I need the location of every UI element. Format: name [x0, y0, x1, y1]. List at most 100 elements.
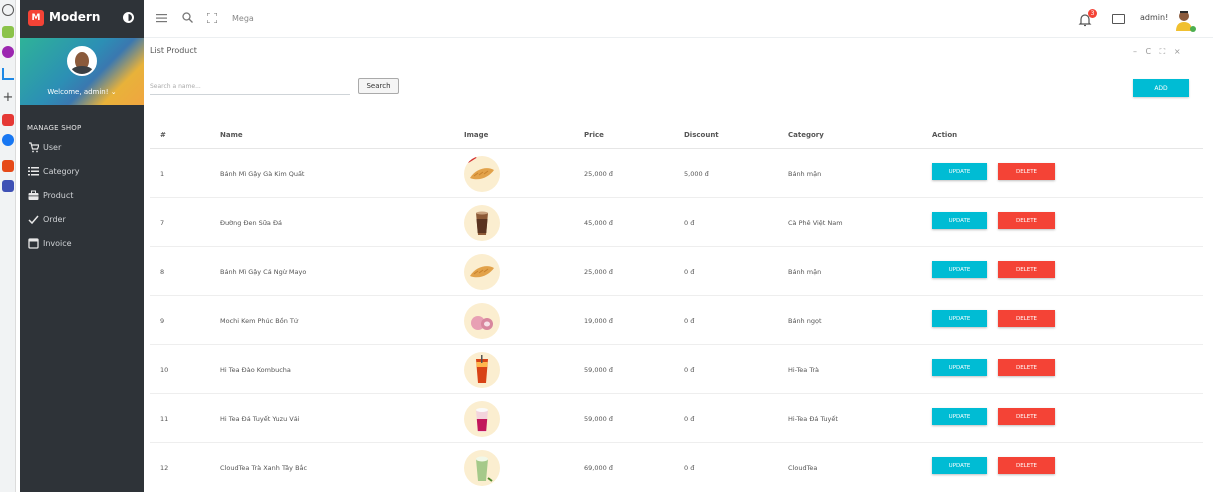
update-button[interactable]: UPDATE [932, 310, 987, 327]
product-image-baguette [464, 156, 500, 192]
column-header-price: Price [584, 131, 604, 139]
avatar[interactable] [67, 46, 97, 76]
column-header-image: Image [464, 131, 489, 139]
delete-button[interactable]: DELETE [998, 408, 1055, 425]
delete-button[interactable]: DELETE [998, 163, 1055, 180]
cell-id: 8 [160, 268, 165, 276]
facebook-icon[interactable] [2, 134, 14, 146]
history-icon[interactable] [2, 4, 14, 16]
update-button[interactable]: UPDATE [932, 359, 987, 376]
cell-discount: 0 đ [684, 464, 695, 472]
fullscreen-icon[interactable] [206, 12, 218, 26]
cell-price: 25,000 đ [584, 170, 613, 178]
add-product-button[interactable]: ADD [1133, 79, 1189, 97]
cell-category: Bánh ngọt [788, 317, 822, 325]
cell-id: 11 [160, 415, 169, 423]
sidebar-item-label: User [43, 143, 62, 152]
search-button[interactable]: Search [358, 78, 399, 94]
list-icon [28, 166, 39, 177]
sidebar-item-invoice[interactable]: Invoice [20, 234, 144, 254]
table-row: 10 Hi Tea Đào Kombucha 59,000 đ 0 đ Hi-T… [150, 345, 1203, 394]
welcome-dropdown[interactable]: Welcome, admin! ⌄ [20, 88, 144, 96]
update-button[interactable]: UPDATE [932, 457, 987, 474]
cell-price: 19,000 đ [584, 317, 613, 325]
cell-id: 7 [160, 219, 165, 227]
cell-discount: 0 đ [684, 415, 695, 423]
search-icon[interactable] [182, 12, 193, 26]
chat-icon[interactable] [2, 26, 14, 38]
browser-side-strip: + [0, 0, 16, 492]
sidebar: M Modern Welcome, admin! ⌄ MANAGE SHOP U… [20, 0, 144, 492]
cell-name: Hi Tea Đào Kombucha [220, 366, 291, 374]
cell-category: Hi-Tea Đá Tuyết [788, 415, 838, 423]
column-header-discount: Discount [684, 131, 719, 139]
column-header-name: Name [220, 131, 243, 139]
app-icon[interactable] [2, 180, 14, 192]
card-tools[interactable]: – C ⛶ × [1133, 47, 1184, 57]
cell-name: Bánh Mì Gậy Cá Ngừ Mayo [220, 268, 307, 276]
delete-button[interactable]: DELETE [998, 310, 1055, 327]
cell-category: Cà Phê Việt Nam [788, 219, 843, 227]
theme-toggle-icon[interactable] [123, 12, 134, 23]
top-bar: Mega 3 admin! [144, 0, 1213, 38]
mega-menu-link[interactable]: Mega [232, 14, 254, 23]
delete-button[interactable]: DELETE [998, 457, 1055, 474]
briefcase-icon [28, 190, 39, 201]
brand[interactable]: M Modern [20, 0, 144, 38]
table-row: 12 CloudTea Trà Xanh Tây Bắc 69,000 đ 0 … [150, 443, 1203, 492]
cell-name: CloudTea Trà Xanh Tây Bắc [220, 464, 308, 472]
app-icon[interactable] [2, 160, 14, 172]
product-image-baguette [464, 254, 500, 290]
brand-name: Modern [49, 10, 101, 24]
sidebar-item-user[interactable]: User [20, 138, 144, 158]
sidebar-section-title: MANAGE SHOP [27, 124, 82, 132]
column-header-category: Category [788, 131, 824, 139]
product-image-milk-coffee [464, 205, 500, 241]
analytics-icon[interactable] [2, 68, 14, 80]
product-image-pink-ice [464, 401, 500, 437]
avatar-body [70, 66, 94, 74]
table-row: 9 Mochi Kem Phúc Bồn Tử 19,000 đ 0 đ Bán… [150, 296, 1203, 345]
cell-price: 25,000 đ [584, 268, 613, 276]
update-button[interactable]: UPDATE [932, 212, 987, 229]
search-input[interactable] [150, 79, 350, 95]
update-button[interactable]: UPDATE [932, 261, 987, 278]
sidebar-item-order[interactable]: Order [20, 210, 144, 230]
online-status-dot [1190, 26, 1196, 32]
messenger-icon[interactable] [2, 46, 14, 58]
table-row: 8 Bánh Mì Gậy Cá Ngừ Mayo 25,000 đ 0 đ B… [150, 247, 1203, 296]
update-button[interactable]: UPDATE [932, 408, 987, 425]
column-header-id: # [160, 131, 166, 139]
sidebar-item-label: Order [43, 215, 66, 224]
delete-button[interactable]: DELETE [998, 359, 1055, 376]
update-button[interactable]: UPDATE [932, 163, 987, 180]
sidebar-item-label: Category [43, 167, 80, 176]
cell-id: 9 [160, 317, 165, 325]
table-row: 11 Hi Tea Đá Tuyết Yuzu Vải 59,000 đ 0 đ… [150, 394, 1203, 443]
cell-discount: 5,000 đ [684, 170, 709, 178]
add-icon[interactable]: + [2, 91, 14, 104]
cell-discount: 0 đ [684, 317, 695, 325]
table-row: 7 Đường Đen Sữa Đá 45,000 đ 0 đ Cà Phê V… [150, 198, 1203, 247]
sidebar-item-product[interactable]: Product [20, 186, 144, 206]
mail-icon[interactable] [1112, 14, 1125, 24]
delete-button[interactable]: DELETE [998, 261, 1055, 278]
youtube-icon[interactable] [2, 114, 14, 126]
cell-price: 69,000 đ [584, 464, 613, 472]
delete-button[interactable]: DELETE [998, 212, 1055, 229]
cell-category: Bánh mặn [788, 170, 822, 178]
sidebar-item-category[interactable]: Category [20, 162, 144, 182]
cell-id: 10 [160, 366, 169, 374]
product-image-green-tea [464, 450, 500, 486]
cell-category: Hi-Tea Trà [788, 366, 820, 374]
check-icon [28, 214, 39, 225]
column-header-action: Action [932, 131, 958, 139]
menu-icon[interactable] [156, 12, 167, 26]
notification-badge: 3 [1088, 9, 1097, 18]
cell-id: 1 [160, 170, 165, 178]
cell-id: 12 [160, 464, 169, 472]
user-menu-name[interactable]: admin! [1140, 13, 1168, 22]
cell-category: CloudTea [788, 464, 818, 472]
sidebar-item-label: Invoice [43, 239, 72, 248]
cell-discount: 0 đ [684, 366, 695, 374]
